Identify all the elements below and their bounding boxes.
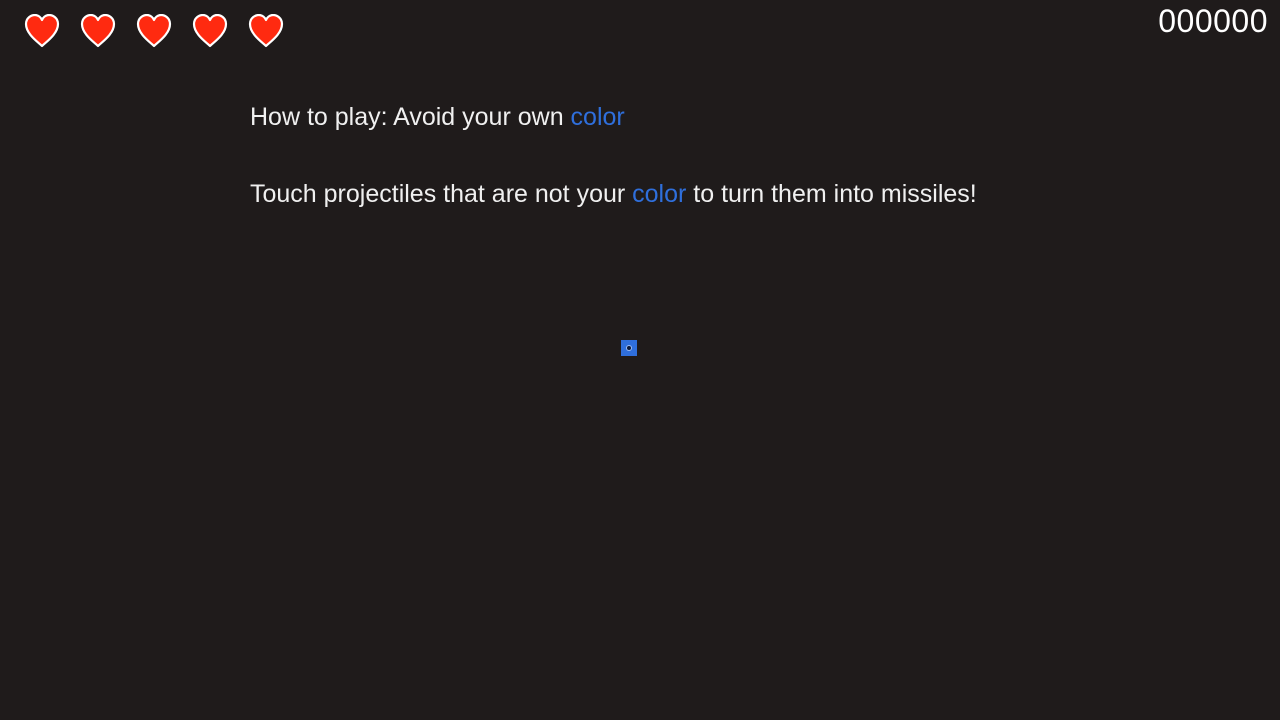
- player-core: [627, 346, 631, 350]
- heart-icon: [24, 14, 60, 48]
- instruction-text: to turn them into missiles!: [686, 180, 977, 208]
- score-counter: 000000: [1158, 3, 1268, 39]
- player-square[interactable]: [621, 340, 637, 356]
- lives-display: [24, 14, 284, 50]
- color-highlight: color: [632, 180, 687, 208]
- instruction-text: How to play: Avoid your own: [250, 103, 571, 131]
- instruction-line-2: Touch projectiles that are not your colo…: [250, 179, 977, 209]
- instruction-text: Touch projectiles that are not your: [250, 180, 633, 208]
- color-highlight: color: [570, 103, 625, 131]
- game-canvas[interactable]: 000000 How to play: Avoid your own color…: [0, 0, 1280, 720]
- instruction-line-1: How to play: Avoid your own color: [250, 102, 625, 132]
- heart-icon: [80, 14, 116, 48]
- heart-icon: [136, 14, 172, 48]
- heart-icon: [248, 14, 284, 48]
- heart-icon: [192, 14, 228, 48]
